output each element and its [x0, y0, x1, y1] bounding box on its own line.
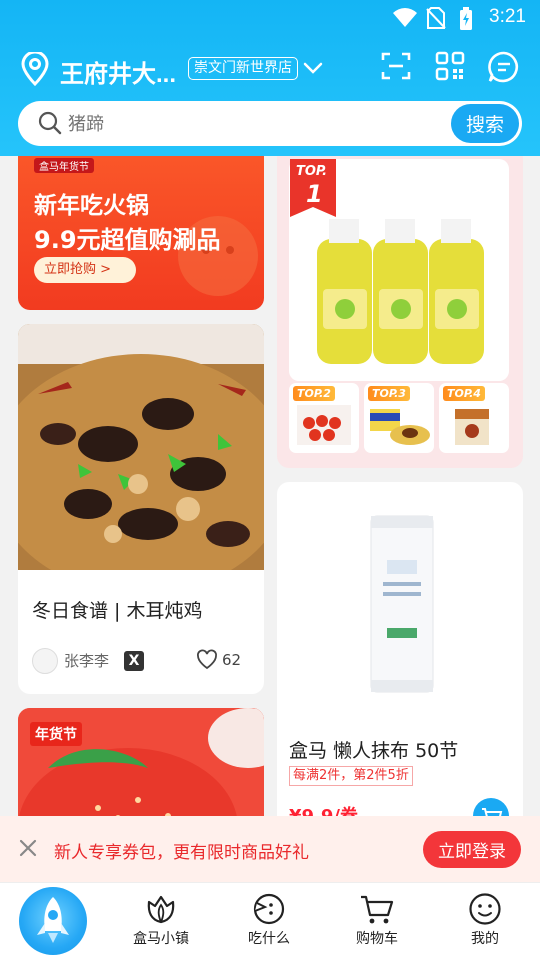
top1-label: TOP.	[296, 164, 328, 179]
location-name[interactable]: 王府井大...	[60, 54, 176, 89]
add-to-cart-button[interactable]	[473, 798, 509, 816]
tab-profile[interactable]: 我的	[440, 893, 530, 955]
like-count: 62	[222, 651, 242, 669]
tab-label: 购物车	[356, 931, 398, 947]
location-pin-icon[interactable]	[20, 52, 50, 86]
cart-icon	[361, 895, 394, 924]
top3-product[interactable]: TOP.3	[364, 383, 434, 453]
wifi-icon	[393, 8, 417, 27]
avatar[interactable]	[32, 648, 58, 674]
store-badge[interactable]: 崇文门新世界店	[188, 57, 298, 80]
juice-bottles-image	[317, 219, 484, 364]
search-bar: 搜索	[18, 101, 522, 146]
search-icon	[38, 111, 62, 135]
location-row: 王府井大... 崇文门新世界店	[0, 46, 540, 94]
promo-buy-button[interactable]: 立即抢购 >	[34, 257, 136, 283]
recipe-food-image	[18, 324, 264, 570]
tulip-icon	[147, 895, 175, 924]
chevron-down-icon[interactable]	[302, 58, 324, 78]
promo-subtitle: 9.9元超值购涮品	[34, 226, 221, 254]
product-feed: 盒马年货节 新年吃火锅 9.9元超值购涮品 立即抢购 > 冬日食谱 | 木耳炖鸡…	[0, 156, 540, 816]
tab-what-to-eat[interactable]: 吃什么	[224, 893, 314, 955]
author-name[interactable]: 张李李	[64, 650, 109, 671]
top4-tag: TOP.4	[443, 386, 485, 401]
tab-label: 吃什么	[248, 931, 290, 947]
tab-cart[interactable]: 购物车	[332, 893, 422, 955]
top3-tag: TOP.3	[368, 386, 410, 401]
status-bar: 3:21	[0, 0, 540, 36]
top1-number: 1	[306, 180, 323, 208]
recipe-title: 冬日食谱 | 木耳炖鸡	[32, 600, 203, 622]
ranking-card[interactable]: TOP. 1 TOP.2 TOP.3 TOP.4	[277, 156, 523, 468]
qr-code-icon[interactable]	[434, 50, 466, 82]
product-price: ¥9.9/卷	[289, 802, 358, 816]
cart-icon	[482, 808, 503, 816]
new-year-tag: 年货节	[30, 722, 82, 746]
tab-label: 我的	[471, 931, 499, 947]
clock: 3:21	[489, 6, 526, 27]
eat-face-icon	[253, 893, 285, 925]
home-rocket-button[interactable]	[19, 887, 87, 955]
bottom-navigation: 盒马小镇 吃什么 购物车 我的	[0, 882, 540, 960]
app-header: 3:21 王府井大... 崇文门新世界店 搜索	[0, 0, 540, 156]
strawberry-card[interactable]: 年货节	[18, 708, 264, 816]
coupon-text: 新人专享券包，更有限时商品好礼	[54, 843, 309, 863]
product-card[interactable]: 盒马 懒人抹布 50节 每满2件，第2件5折 ¥9.9/卷	[277, 482, 523, 816]
tab-label: 盒马小镇	[133, 931, 189, 947]
product-name: 盒马 懒人抹布 50节	[289, 740, 459, 762]
hotpot-promo-banner[interactable]: 盒马年货节 新年吃火锅 9.9元超值购涮品 立即抢购 >	[18, 156, 264, 310]
heart-icon[interactable]	[196, 649, 218, 671]
rocket-icon	[37, 897, 69, 943]
recipe-author-row: 张李李 X 62	[32, 646, 252, 676]
promo-mini-tag: 盒马年货节	[34, 158, 94, 173]
search-input[interactable]	[68, 109, 428, 139]
scan-icon[interactable]	[380, 50, 412, 82]
cleaning-cloth-roll-image	[370, 515, 434, 693]
tab-hema-town[interactable]: 盒马小镇	[116, 893, 206, 955]
message-icon[interactable]	[487, 50, 521, 84]
login-button[interactable]: 立即登录	[423, 831, 521, 868]
recipe-card[interactable]: 冬日食谱 | 木耳炖鸡 张李李 X 62	[18, 324, 264, 694]
profile-smile-icon	[469, 893, 501, 925]
product-promo-tag: 每满2件，第2件5折	[289, 766, 413, 786]
close-icon[interactable]	[18, 838, 38, 858]
top2-product[interactable]: TOP.2	[289, 383, 359, 453]
battery-icon	[460, 7, 472, 30]
top2-tag: TOP.2	[293, 386, 335, 401]
promo-title: 新年吃火锅	[34, 193, 149, 219]
no-sim-icon	[426, 7, 446, 29]
search-button[interactable]: 搜索	[451, 104, 519, 143]
top4-product[interactable]: TOP.4	[439, 383, 509, 453]
new-user-coupon-bar: 新人专享券包，更有限时商品好礼 立即登录	[0, 816, 540, 882]
author-badge: X	[124, 651, 144, 671]
